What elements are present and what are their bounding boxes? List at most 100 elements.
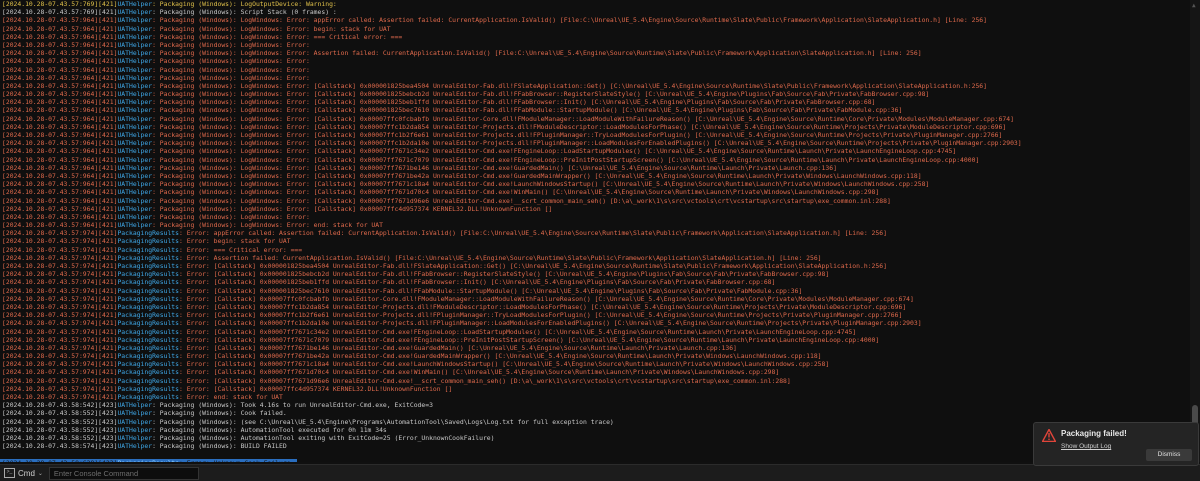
log-message: : Packaging (Windows): LogWindows: Error…	[152, 155, 980, 164]
log-message: : Error: [Callstack] 0x00007ffc1b2da854 …	[179, 302, 907, 311]
log-category: UATHelper	[117, 425, 153, 434]
log-timestamp: [2024.10.28-07.43.57:964][421]	[2, 147, 118, 156]
log-category: PackagingResults	[117, 229, 179, 238]
log-category: UATHelper	[117, 32, 153, 41]
log-message: : Error: Unknown Cook Failure	[179, 459, 291, 462]
log-line: [2024.10.28-07.43.57:964][421]UATHelper:…	[0, 33, 1190, 41]
log-message: : Packaging (Windows): LogWindows: Error…	[152, 221, 383, 230]
log-line: [2024.10.28-07.43.57:974][421]PackagingR…	[0, 377, 1190, 385]
log-timestamp: [2024.10.28-07.43.57:974][421]	[2, 253, 118, 262]
log-message: : Error: [Callstack] 0x00007ff7671be146 …	[179, 343, 737, 352]
cmd-dropdown-button[interactable]: >_ Cmd ⌄	[0, 466, 47, 480]
log-line: [2024.10.28-07.43.57:974][421]PackagingR…	[0, 344, 1190, 352]
log-message: : Packaging (Windows): LogWindows: Error…	[152, 81, 987, 90]
log-message: : Packaging (Windows): LogWindows: Error…	[152, 147, 957, 156]
log-category: PackagingResults	[117, 352, 179, 361]
log-timestamp: [2024.10.28-07.43.57:964][421]	[2, 90, 118, 99]
log-message: : Error: [Callstack] 0x00007ff7671d70c4 …	[179, 368, 780, 377]
log-category: UATHelper	[117, 122, 153, 131]
log-category: UATHelper	[117, 73, 153, 82]
log-timestamp: [2024.10.28-07.43.57:964][421]	[2, 81, 118, 90]
log-category: UATHelper	[117, 16, 153, 25]
log-timestamp: [2024.10.28-07.43.57:974][421]	[2, 393, 118, 401]
log-line: [2024.10.28-07.43.57:964][421]UATHelper:…	[0, 172, 1190, 180]
log-timestamp: [2024.10.28-07.43.57:964][421]	[2, 49, 118, 58]
log-line: [2024.10.28-07.43.57:769][421]UATHelper:…	[0, 0, 1190, 8]
log-timestamp: [2024.10.28-07.43.58:574][423]	[2, 442, 118, 451]
log-line: [2024.10.28-07.43.57:964][421]UATHelper:…	[0, 16, 1190, 24]
log-timestamp: [2024.10.28-07.43.57:769][421]	[2, 0, 118, 8]
log-message: : Error: [Callstack] 0x00007ff7671be42a …	[179, 352, 822, 361]
log-timestamp: [2024.10.28-07.43.57:964][421]	[2, 114, 118, 123]
log-category: UATHelper	[117, 131, 153, 139]
log-timestamp: [2024.10.28-07.43.57:769][421]	[2, 8, 118, 17]
log-message: : Packaging (Windows): LogWindows: Error…	[152, 139, 1022, 148]
log-category: UATHelper	[117, 139, 153, 148]
log-message: : Packaging (Windows): BUILD FAILED	[152, 442, 287, 451]
log-message: : Packaging (Windows): LogWindows: Error…	[152, 122, 1007, 131]
console-command-input[interactable]	[48, 466, 199, 480]
log-timestamp: [2024.10.28-07.43.58:542][423]	[2, 401, 118, 410]
log-category: UATHelper	[117, 114, 153, 123]
log-line: [2024.10.28-07.43.57:974][421]PackagingR…	[0, 360, 1190, 368]
log-line: [2024.10.28-07.43.58:574][423]UATHelper:…	[0, 442, 1190, 450]
log-message: : Packaging (Windows): LogWindows: Error…	[152, 65, 310, 74]
log-message: : Packaging (Windows): (see C:\Unreal\UE…	[152, 417, 614, 426]
log-line: [2024.10.28-07.43.57:769][421]UATHelper:…	[0, 8, 1190, 16]
log-category: PackagingResults	[117, 294, 179, 303]
log-line: [2024.10.28-07.43.57:964][421]UATHelper:…	[0, 164, 1190, 172]
log-category: UATHelper	[117, 433, 153, 442]
log-timestamp: [2024.10.28-07.43.57:964][421]	[2, 155, 118, 164]
output-log[interactable]: [2024.10.28-07.43.57:769][421]UATHelper:…	[0, 0, 1190, 462]
log-line: [2024.10.28-07.43.58:552][423]UATHelper:…	[0, 409, 1190, 417]
log-category: UATHelper	[117, 8, 153, 17]
log-timestamp: [2024.10.28-07.43.57:964][421]	[2, 40, 118, 49]
log-category: UATHelper	[117, 0, 153, 8]
log-message: : Packaging (Windows): LogOutputDevice: …	[152, 0, 337, 8]
log-category: PackagingResults	[117, 286, 179, 295]
log-line: [2024.10.28-07.43.57:974][421]PackagingR…	[0, 385, 1190, 393]
log-line: [2024.10.28-07.43.58:638][423]PackagingR…	[0, 459, 297, 462]
scroll-up-icon[interactable]: ▲	[1192, 2, 1198, 9]
log-message: : Error: [Callstack] 0x00007ffc4d957374 …	[179, 384, 453, 393]
log-line: [2024.10.28-07.43.57:974][421]PackagingR…	[0, 336, 1190, 344]
log-line: [2024.10.28-07.43.58:552][423]UATHelper:…	[0, 418, 1190, 426]
log-message: : Packaging (Windows): LogWindows: Error…	[152, 49, 922, 58]
log-message: : Error: [Callstack] 0x00007ffc1b2f6e61 …	[179, 311, 903, 320]
log-line: [2024.10.28-07.43.57:964][421]UATHelper:…	[0, 205, 1190, 213]
log-line: [2024.10.28-07.43.57:964][421]UATHelper:…	[0, 156, 1190, 164]
log-message: : Packaging (Windows): LogWindows: Error…	[152, 98, 876, 107]
log-timestamp: [2024.10.28-07.43.57:964][421]	[2, 65, 118, 74]
log-message: : Packaging (Windows): LogWindows: Error…	[152, 24, 391, 33]
log-category: UATHelper	[117, 196, 153, 205]
log-category: UATHelper	[117, 401, 153, 410]
log-line: [2024.10.28-07.43.57:964][421]UATHelper:…	[0, 115, 1190, 123]
log-timestamp: [2024.10.28-07.43.57:964][421]	[2, 188, 118, 197]
dismiss-button[interactable]: Dismiss	[1146, 449, 1192, 461]
log-timestamp: [2024.10.28-07.43.57:974][421]	[2, 262, 118, 270]
log-line: [2024.10.28-07.43.57:974][421]PackagingR…	[0, 311, 1190, 319]
log-line: [2024.10.28-07.43.57:974][421]PackagingR…	[0, 352, 1190, 360]
log-line: [2024.10.28-07.43.58:552][423]UATHelper:…	[0, 434, 1190, 442]
log-message: : Error: [Callstack] 0x000001825bec7610 …	[179, 286, 803, 295]
log-category: UATHelper	[117, 81, 153, 90]
log-timestamp: [2024.10.28-07.43.58:552][423]	[2, 417, 118, 426]
packaging-failed-toast: Packaging failed! Show Output Log Dismis…	[1033, 422, 1199, 466]
log-message: : Packaging (Windows): LogWindows: Error…	[152, 204, 553, 213]
cmd-label: Cmd	[18, 468, 35, 478]
log-timestamp: [2024.10.28-07.43.57:964][421]	[2, 139, 118, 148]
log-timestamp: [2024.10.28-07.43.58:552][423]	[2, 433, 118, 442]
log-line: [2024.10.28-07.43.57:964][421]UATHelper:…	[0, 131, 1190, 139]
log-timestamp: [2024.10.28-07.43.57:974][421]	[2, 270, 118, 279]
log-line: [2024.10.28-07.43.57:964][421]UATHelper:…	[0, 98, 1190, 106]
log-line: [2024.10.28-07.43.57:974][421]PackagingR…	[0, 295, 1190, 303]
log-message: : Packaging (Windows): LogWindows: Error…	[152, 57, 310, 66]
show-output-log-link[interactable]: Show Output Log	[1061, 443, 1111, 450]
log-message: : Packaging (Windows): AutomationTool ex…	[152, 425, 387, 434]
log-message: : Packaging (Windows): LogWindows: Error…	[152, 106, 903, 115]
log-line: [2024.10.28-07.43.57:964][421]UATHelper:…	[0, 188, 1190, 196]
log-line: [2024.10.28-07.43.57:964][421]UATHelper:…	[0, 74, 1190, 82]
log-scrollbar[interactable]: ▲ ▼	[1190, 0, 1200, 462]
log-category: UATHelper	[117, 147, 153, 156]
log-category: PackagingResults	[117, 278, 179, 287]
